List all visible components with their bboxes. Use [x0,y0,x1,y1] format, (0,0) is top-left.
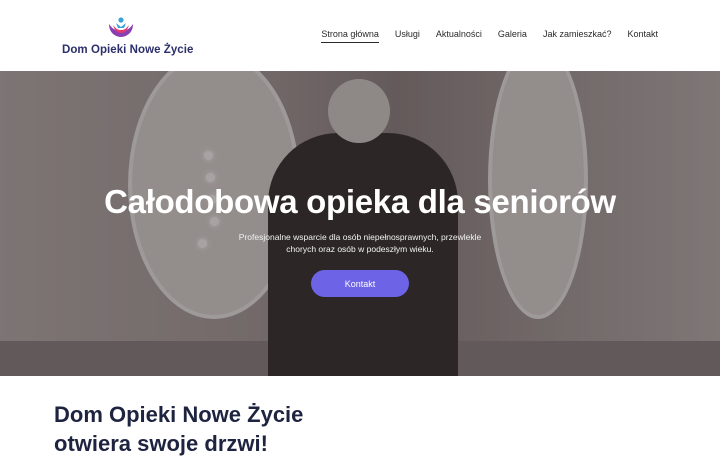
brand-name: Dom Opieki Nowe Życie [62,44,194,56]
nav-item-galeria[interactable]: Galeria [498,29,527,43]
nav-item-strona-glowna[interactable]: Strona główna [321,29,379,43]
section-heading-line1: Dom Opieki Nowe Życie [54,402,304,427]
brand-logo-link[interactable]: Dom Opieki Nowe Życie [62,14,193,58]
care-hands-logo-icon [109,17,133,37]
hero-contact-button[interactable]: Kontakt [311,270,409,297]
section-heading: Dom Opieki Nowe Życie otwiera swoje drzw… [54,400,474,458]
hero-banner: Całodobowa opieka dla seniorów Profesjon… [0,71,720,376]
nav-item-kontakt[interactable]: Kontakt [627,29,658,43]
nav-item-aktualnosci[interactable]: Aktualności [436,29,482,43]
site-header: Dom Opieki Nowe Życie Strona główna Usłu… [0,0,720,71]
nav-item-uslugi[interactable]: Usługi [395,29,420,43]
hero-overlay [0,71,720,376]
hero-subtitle: Profesjonalne wsparcie dla osób niepełno… [238,232,482,254]
nav-item-jak-zamieszkac[interactable]: Jak zamieszkać? [543,29,612,43]
hero-title: Całodobowa opieka dla seniorów [104,183,616,220]
main-navigation: Strona główna Usługi Aktualności Galeria… [321,29,658,43]
section-heading-line2: otwiera swoje drzwi! [54,431,268,456]
